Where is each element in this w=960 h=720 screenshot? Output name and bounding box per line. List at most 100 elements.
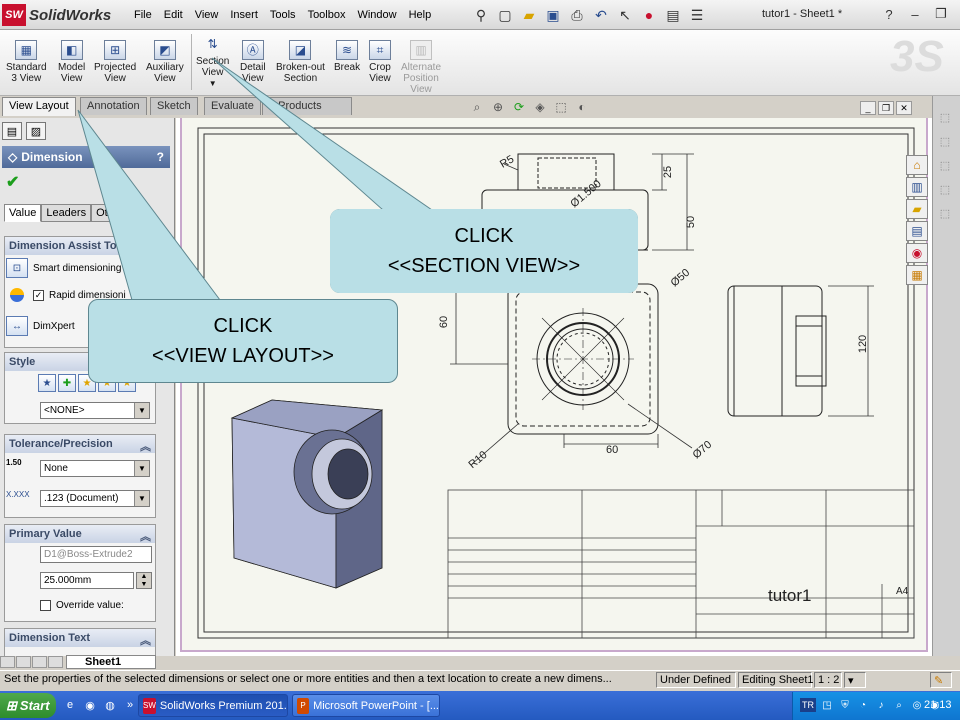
collapse-icon[interactable]: ︽: [140, 632, 151, 647]
chevron-down-icon[interactable]: ▼: [209, 78, 217, 89]
menu-insert[interactable]: Insert: [224, 7, 264, 23]
menu-window[interactable]: Window: [351, 7, 402, 23]
save-icon[interactable]: ▣: [542, 5, 564, 25]
close-icon[interactable]: ✕: [956, 5, 960, 23]
menu-view[interactable]: View: [189, 7, 225, 23]
shield-icon[interactable]: ◔: [856, 698, 870, 712]
drawing-area[interactable]: R5 25 50 Ø1.500 60 60 Ø50 Ø70 R10 120 tu…: [176, 118, 932, 656]
broken-out-section-button[interactable]: ◪ Broken-out Section: [276, 40, 325, 84]
tab-view-layout[interactable]: View Layout: [2, 97, 76, 116]
dimxpert-row[interactable]: ↔ DimXpert: [6, 316, 75, 336]
more-icon[interactable]: »: [122, 697, 138, 713]
sheet-next-icon[interactable]: [32, 656, 47, 668]
feature-manager-icon[interactable]: ▤: [2, 122, 22, 140]
smart-dimensioning-row[interactable]: ⊡ Smart dimensioning: [6, 258, 121, 278]
rebuild-status-icon[interactable]: ✎: [930, 672, 952, 688]
status-units-icon[interactable]: ▾: [844, 672, 866, 688]
home-icon[interactable]: ⌂: [906, 155, 928, 175]
taskbar-powerpoint[interactable]: P Microsoft PowerPoint - [...: [292, 694, 440, 717]
ie-icon[interactable]: e: [62, 697, 78, 713]
tolerance-precision-title[interactable]: Tolerance/Precision ︽: [5, 435, 155, 453]
override-value-checkbox[interactable]: [40, 600, 51, 611]
tab-other[interactable]: Othe: [91, 204, 125, 222]
tab-value[interactable]: Value: [4, 204, 42, 222]
network-icon[interactable]: ◳: [820, 698, 834, 712]
tolerance-select[interactable]: None ▼: [40, 460, 150, 477]
minimize-icon[interactable]: –: [904, 5, 926, 23]
appearances-icon[interactable]: ◉: [906, 243, 928, 263]
tab-leaders[interactable]: Leaders: [41, 204, 92, 222]
status-scale[interactable]: 1 : 2: [814, 672, 842, 688]
dim-60-horizontal[interactable]: 60: [606, 444, 618, 456]
zoom-area-icon[interactable]: ⊕: [489, 99, 507, 115]
select-arrow-icon[interactable]: ↖: [614, 5, 636, 25]
custom-properties-icon[interactable]: ▦: [906, 265, 928, 285]
dim-60-vertical[interactable]: 60: [438, 316, 450, 328]
property-manager-icon[interactable]: ▨: [26, 122, 46, 140]
taskbar-solidworks[interactable]: SW SolidWorks Premium 201...: [138, 694, 288, 717]
help-icon[interactable]: ?: [878, 5, 900, 23]
view-palette-icon[interactable]: ▤: [906, 221, 928, 241]
tab-sketch[interactable]: Sketch: [150, 97, 198, 115]
security-icon[interactable]: ⛨: [838, 698, 852, 712]
dim-120[interactable]: 120: [857, 335, 869, 353]
rebuild-icon[interactable]: ●: [638, 5, 660, 25]
menu-edit[interactable]: Edit: [158, 7, 189, 23]
auxiliary-view-button[interactable]: ◩ Auxiliary View: [146, 40, 184, 84]
collapse-icon[interactable]: ︽: [140, 438, 151, 453]
task-pane-icon[interactable]: ⬚: [936, 108, 954, 126]
precision-select[interactable]: .123 (Document) ▼: [40, 490, 150, 507]
tab-annotation[interactable]: Annotation: [80, 97, 147, 115]
help-button[interactable]: ?: [157, 150, 164, 164]
alternate-position-view-button[interactable]: ▥ Alternate Position View: [401, 40, 441, 95]
dim-50[interactable]: 50: [685, 216, 697, 228]
clock[interactable]: 21:13: [924, 699, 952, 711]
view-orientation-icon[interactable]: ⬚: [552, 99, 570, 115]
style-apply-icon[interactable]: ★: [38, 374, 56, 392]
print-icon[interactable]: ⎙: [566, 5, 588, 25]
menu-tools[interactable]: Tools: [264, 7, 302, 23]
section-view-button[interactable]: ⇅ Section View ▼: [196, 34, 229, 89]
task-pane-icon[interactable]: ⬚: [936, 204, 954, 222]
design-library-icon[interactable]: ▥: [906, 177, 928, 197]
volume-icon[interactable]: ♪: [874, 698, 888, 712]
tab-evaluate[interactable]: Evaluate: [204, 97, 261, 115]
display-style-icon[interactable]: ◈: [531, 99, 549, 115]
style-add-icon[interactable]: ✚: [58, 374, 76, 392]
menu-file[interactable]: File: [128, 7, 158, 23]
task-pane-icon[interactable]: ⬚: [936, 180, 954, 198]
crop-view-button[interactable]: ⌗ Crop View: [369, 40, 391, 84]
file-explorer-icon[interactable]: ▰: [906, 199, 928, 219]
tab-products[interactable]: e Products: [262, 97, 352, 115]
dimension-assist-title[interactable]: Dimension Assist Tool: [5, 237, 155, 255]
rotate-view-icon[interactable]: ⟳: [510, 99, 528, 115]
file-properties-icon[interactable]: ▤: [662, 5, 684, 25]
dim-25[interactable]: 25: [662, 166, 674, 178]
hide-show-icon[interactable]: ◐: [573, 99, 591, 115]
new-document-icon[interactable]: ▢: [494, 5, 516, 25]
doc-close-icon[interactable]: ✕: [896, 101, 912, 115]
firefox-icon[interactable]: ◍: [102, 697, 118, 713]
options-icon[interactable]: ☰: [686, 5, 708, 25]
tray-app-icon[interactable]: ◎: [910, 698, 924, 712]
doc-restore-icon[interactable]: ❐: [878, 101, 894, 115]
dimension-name-field[interactable]: D1@Boss-Extrude2: [40, 546, 152, 563]
task-pane-icon[interactable]: ⬚: [936, 132, 954, 150]
rapid-dimensioning-checkbox[interactable]: ✓: [33, 289, 44, 301]
doc-minimize-icon[interactable]: _: [860, 101, 876, 115]
search-icon[interactable]: ⌕: [892, 698, 906, 712]
break-button[interactable]: ≋ Break: [334, 40, 360, 73]
open-folder-icon[interactable]: ▰: [518, 5, 540, 25]
primary-value-title[interactable]: Primary Value ︽: [5, 525, 155, 543]
restore-icon[interactable]: ❐: [930, 5, 952, 23]
zoom-to-fit-icon[interactable]: ⌕: [468, 99, 486, 115]
media-icon[interactable]: ◉: [82, 697, 98, 713]
sheet-tab[interactable]: Sheet1: [66, 655, 156, 669]
standard-3-view-button[interactable]: ▦ Standard 3 View: [6, 40, 47, 84]
solidworks-logo[interactable]: SW SolidWorks: [0, 3, 122, 27]
menu-help[interactable]: Help: [403, 7, 438, 23]
detail-view-button[interactable]: Ⓐ Detail View: [240, 40, 266, 84]
green-check-icon[interactable]: ✔: [6, 172, 19, 192]
menu-toolbox[interactable]: Toolbox: [302, 7, 352, 23]
sheet-prev-icon[interactable]: [16, 656, 31, 668]
